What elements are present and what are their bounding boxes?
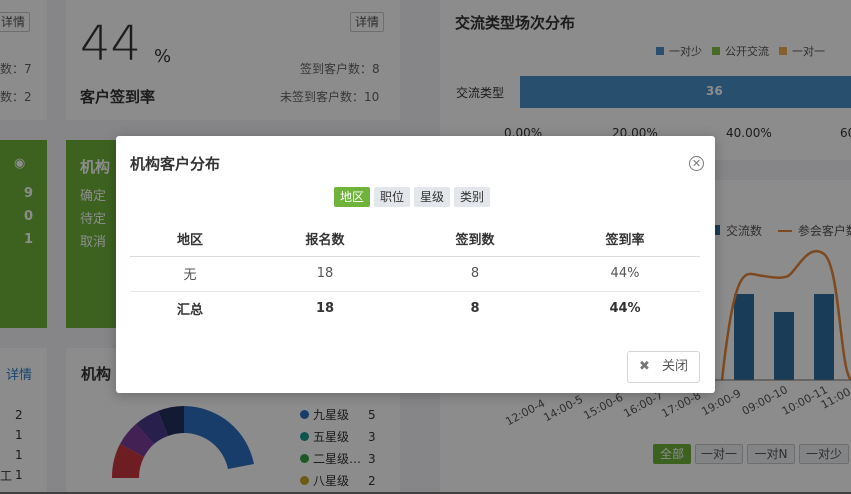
cell-total-label: 汇总 — [176, 303, 203, 319]
tab-position[interactable]: 职位 — [374, 187, 411, 207]
cell-total-signin-rate: 44% — [609, 301, 641, 317]
close-icon: ✖ — [639, 359, 650, 374]
cell-total-registered: 18 — [315, 301, 335, 317]
close-circle-icon[interactable]: ✕ — [689, 156, 704, 171]
org-customer-distribution-modal: 机构客户分布 ✕ 地区 职位 星级 类别 地区 报名数 签到数 签到率 无 18… — [116, 136, 715, 393]
cell-signin-rate: 44% — [550, 256, 700, 292]
table-header-row: 地区 报名数 签到数 签到率 — [130, 222, 700, 257]
close-button[interactable]: ✖ 关闭 — [627, 351, 700, 383]
distribution-table: 地区 报名数 签到数 签到率 无 18 8 44% 汇总 18 8 44% — [130, 222, 700, 326]
table-total-row: 汇总 18 8 44% — [130, 291, 700, 326]
table-row: 无 18 8 44% — [130, 256, 700, 292]
cell-registered: 18 — [250, 256, 400, 292]
tab-star-level[interactable]: 星级 — [414, 187, 451, 207]
close-button-label: 关闭 — [661, 359, 688, 374]
column-header-signin-rate: 签到率 — [550, 222, 700, 257]
modal-title: 机构客户分布 — [130, 155, 221, 173]
cell-total-signed: 8 — [470, 301, 480, 317]
column-header-registered: 报名数 — [250, 222, 400, 257]
column-header-region: 地区 — [130, 222, 250, 257]
cell-region: 无 — [130, 256, 250, 292]
column-header-signed: 签到数 — [400, 222, 550, 257]
cell-signed: 8 — [400, 256, 550, 292]
tab-category[interactable]: 类别 — [454, 187, 491, 207]
modal-tabs: 地区 职位 星级 类别 — [334, 187, 491, 207]
tab-region[interactable]: 地区 — [334, 187, 371, 207]
